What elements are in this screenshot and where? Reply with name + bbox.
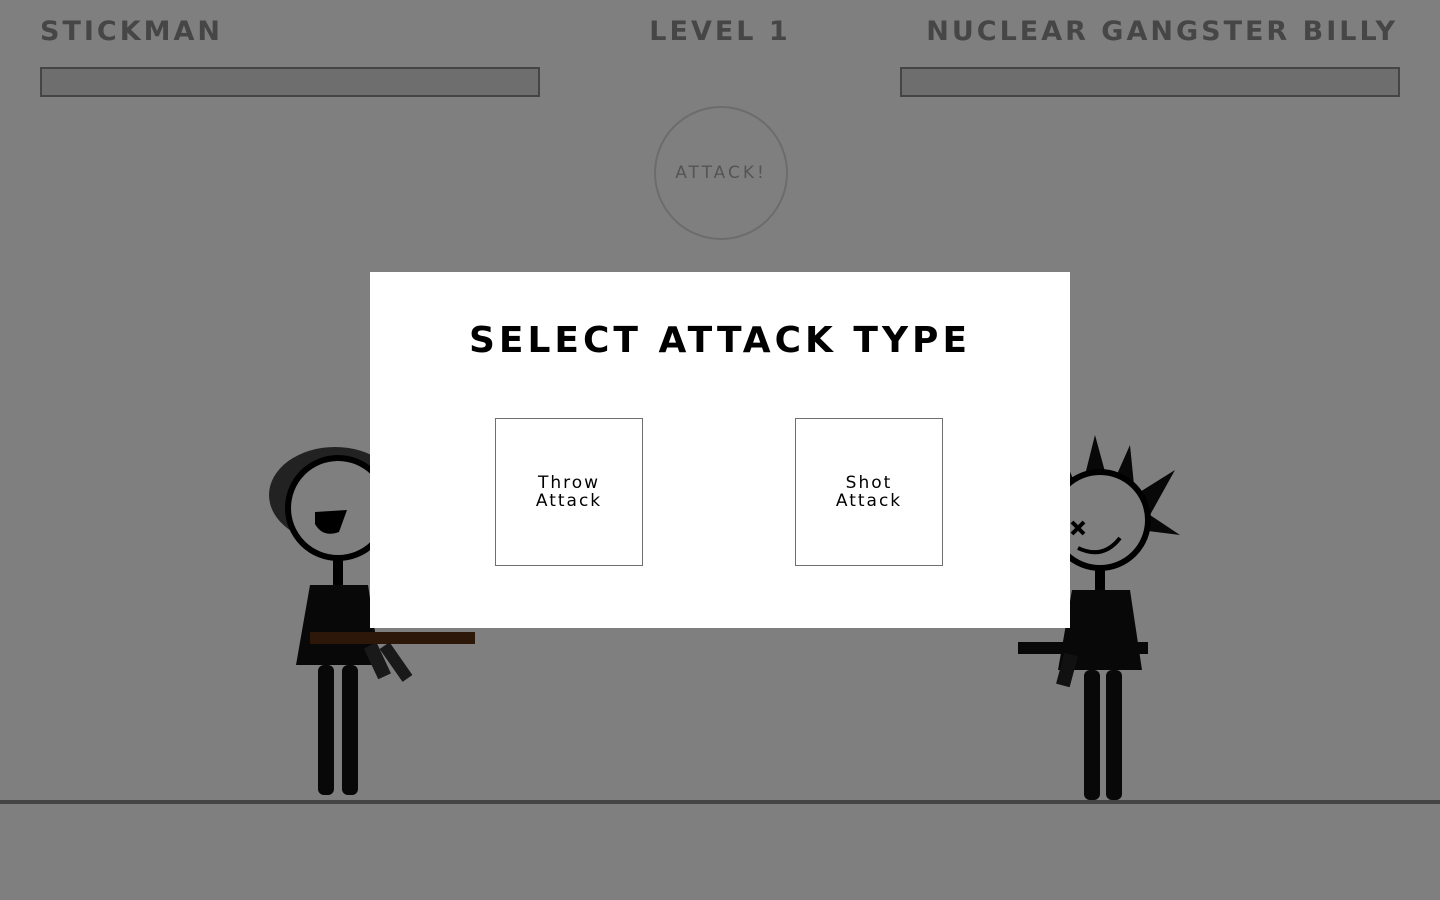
dialog-title: SELECT ATTACK TYPE	[468, 320, 972, 361]
attack-type-dialog: SELECT ATTACK TYPE Throw Attack Shot Att…	[370, 272, 1070, 628]
shot-attack-button[interactable]: Shot Attack	[795, 418, 943, 566]
throw-attack-button[interactable]: Throw Attack	[495, 418, 643, 566]
